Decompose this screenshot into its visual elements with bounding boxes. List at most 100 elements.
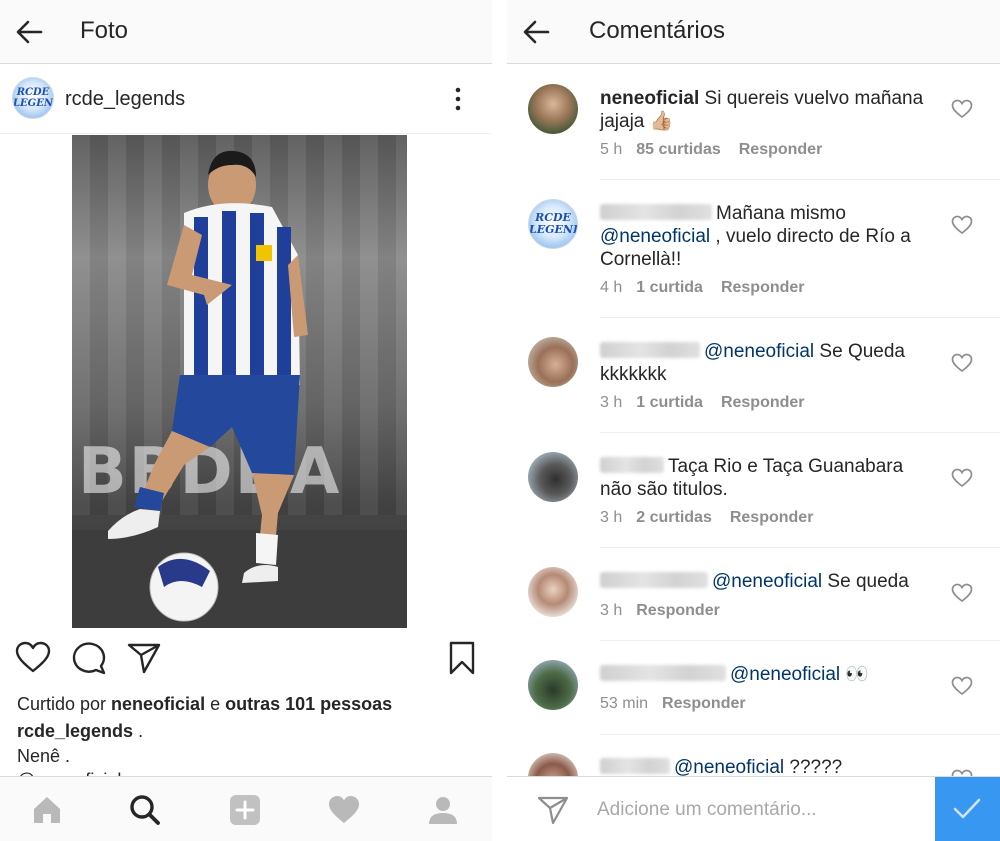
- bottom-nav: [0, 776, 492, 841]
- comment-likes[interactable]: 2 curtidas: [636, 509, 712, 526]
- comment-text: @neneoficial 👀: [600, 663, 930, 686]
- post-username[interactable]: rcde_legends: [65, 88, 185, 111]
- comment-meta: 3 h Responder: [600, 602, 720, 620]
- back-arrow-icon[interactable]: [14, 18, 44, 46]
- avatar[interactable]: [528, 337, 578, 387]
- comment-time: 3 h: [600, 394, 623, 411]
- reply-button[interactable]: Responder: [662, 695, 746, 712]
- post-actions: [0, 640, 492, 684]
- reply-button[interactable]: Responder: [636, 602, 720, 619]
- likes-user[interactable]: neneoficial: [111, 694, 205, 714]
- comment-message: ?????: [784, 757, 843, 778]
- like-comment-icon[interactable]: [951, 468, 973, 488]
- back-arrow-icon[interactable]: [521, 18, 551, 46]
- checkmark-icon: [953, 798, 981, 819]
- comment-meta: 5 h 85 curtidas Responder: [600, 141, 822, 159]
- likes-mid: e: [205, 694, 226, 714]
- comment-likes[interactable]: 1 curtida: [636, 279, 703, 296]
- avatar[interactable]: RCDE LEGENDS: [12, 77, 54, 119]
- comment-text: Mañana mismo @neneoficial , vuelo direct…: [600, 202, 930, 271]
- heart-nav-icon[interactable]: [327, 793, 361, 827]
- comment-meta: 4 h 1 curtida Responder: [600, 279, 805, 297]
- home-icon[interactable]: [30, 793, 64, 827]
- comment-meta: 3 h 2 curtidas Responder: [600, 509, 813, 527]
- player-illustration: [108, 150, 308, 622]
- page-title: Comentários: [589, 17, 726, 44]
- comment-separator: [600, 179, 1000, 180]
- reply-button[interactable]: Responder: [721, 394, 805, 411]
- comment-text: @neneoficial Se Queda kkkkkkk: [600, 340, 930, 386]
- comment-input[interactable]: [597, 795, 927, 825]
- comment-message: Se queda: [822, 571, 909, 592]
- comment-time: 5 h: [600, 141, 623, 158]
- comment-mention[interactable]: @neneoficial: [704, 341, 814, 362]
- likes-prefix: Curtido por: [17, 694, 112, 714]
- blurred-username[interactable]: [600, 665, 726, 681]
- app-bar: Comentários: [507, 0, 1000, 64]
- send-icon[interactable]: [536, 794, 570, 826]
- heart-icon[interactable]: [15, 640, 51, 676]
- caption: rcde_legends .: [17, 721, 143, 742]
- caption-text: Nenê .: [17, 746, 71, 766]
- post-photo[interactable]: BBDDA: [72, 135, 407, 628]
- comment-separator: [600, 640, 1000, 641]
- comment-time: 3 h: [600, 602, 623, 619]
- avatar[interactable]: [528, 452, 578, 502]
- add-icon[interactable]: [228, 793, 262, 827]
- like-comment-icon[interactable]: [951, 353, 973, 373]
- post-comment-button[interactable]: [935, 777, 1000, 841]
- more-options-icon[interactable]: [448, 86, 468, 112]
- comment-separator: [600, 547, 1000, 548]
- avatar[interactable]: [528, 660, 578, 710]
- comment-separator: [600, 432, 1000, 433]
- avatar-logo: RCDE LEGENDS: [13, 87, 53, 109]
- blurred-username[interactable]: [600, 457, 664, 473]
- blurred-username[interactable]: [600, 572, 708, 588]
- bookmark-icon[interactable]: [444, 640, 480, 676]
- comment-likes[interactable]: 1 curtida: [636, 394, 703, 411]
- comment-message-pre: Mañana mismo: [716, 203, 846, 224]
- likes-rest[interactable]: outras 101 pessoas: [225, 694, 392, 714]
- post-screen: Foto RCDE LEGENDS rcde_legends BBDDA: [0, 0, 492, 841]
- panel-divider: [492, 0, 507, 841]
- comment-mention[interactable]: @neneoficial: [600, 226, 710, 247]
- comment-text: @neneoficial Se queda: [600, 570, 930, 593]
- comment-time: 4 h: [600, 279, 623, 296]
- avatar[interactable]: RCDE LEGENDS: [528, 199, 578, 249]
- comments-screen: Comentários neneoficial Si quereis vuelv…: [507, 0, 1000, 841]
- comment-composer: [507, 776, 1000, 841]
- blurred-username[interactable]: [600, 342, 700, 358]
- send-icon[interactable]: [126, 640, 162, 676]
- like-comment-icon[interactable]: [951, 215, 973, 235]
- comment-username[interactable]: neneoficial: [600, 88, 699, 109]
- caption-user[interactable]: rcde_legends: [17, 721, 133, 741]
- comment-time: 53 min: [600, 695, 649, 712]
- comment-mention[interactable]: @neneoficial: [674, 757, 784, 778]
- post-header: RCDE LEGENDS rcde_legends: [0, 64, 492, 134]
- blurred-username[interactable]: [600, 758, 670, 774]
- blurred-username[interactable]: [600, 204, 712, 220]
- comment-likes[interactable]: 85 curtidas: [636, 141, 720, 158]
- caption-suffix: .: [133, 721, 144, 741]
- likes-summary[interactable]: Curtido por neneoficial e outras 101 pes…: [17, 694, 392, 715]
- comment-separator: [600, 317, 1000, 318]
- comment-mention[interactable]: @neneoficial: [712, 571, 822, 592]
- like-comment-icon[interactable]: [951, 99, 973, 119]
- reply-button[interactable]: Responder: [739, 141, 823, 158]
- avatar-logo: RCDE LEGENDS: [529, 211, 577, 236]
- reply-button[interactable]: Responder: [730, 509, 814, 526]
- comment-meta: 53 min Responder: [600, 695, 746, 713]
- like-comment-icon[interactable]: [951, 583, 973, 603]
- search-icon[interactable]: [128, 793, 162, 827]
- comment-icon[interactable]: [71, 640, 107, 676]
- like-comment-icon[interactable]: [951, 676, 973, 696]
- avatar[interactable]: [528, 84, 578, 134]
- reply-button[interactable]: Responder: [721, 279, 805, 296]
- avatar[interactable]: [528, 567, 578, 617]
- comment-text: neneoficial Si quereis vuelvo mañana jaj…: [600, 87, 930, 133]
- app-bar: Foto: [0, 0, 492, 64]
- profile-icon[interactable]: [426, 793, 460, 827]
- page-title: Foto: [80, 17, 129, 44]
- comment-mention[interactable]: @neneoficial: [730, 664, 840, 685]
- comment-separator: [600, 734, 1000, 735]
